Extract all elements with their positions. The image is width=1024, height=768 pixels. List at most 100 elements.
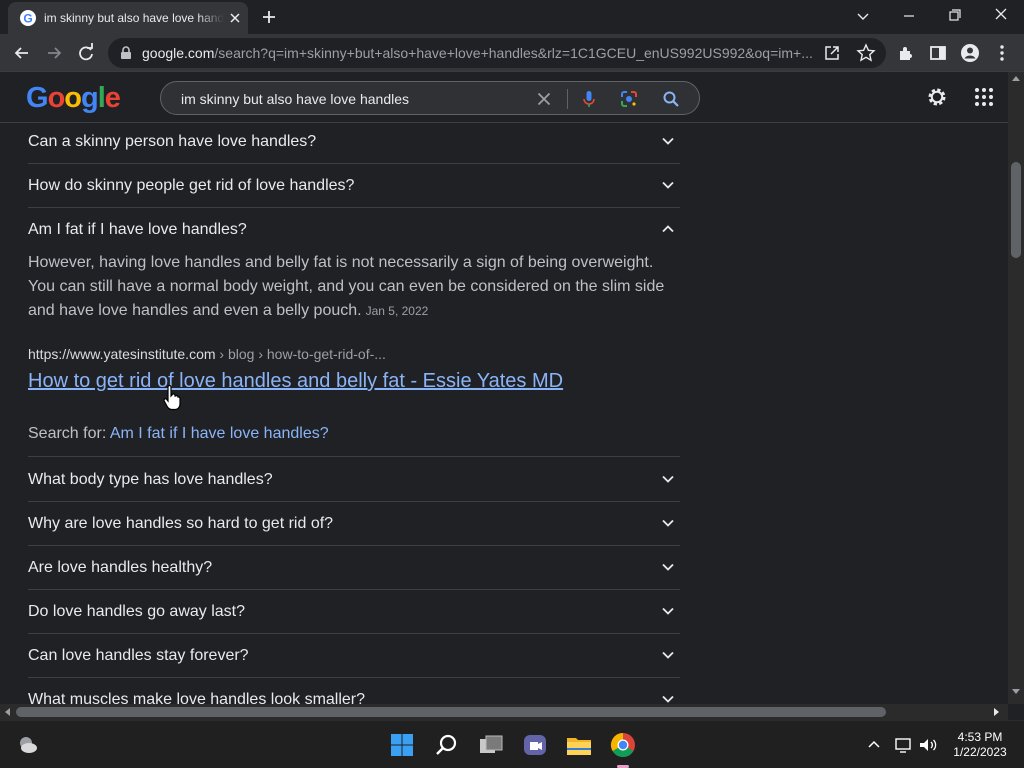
google-favicon-icon: G — [20, 10, 36, 26]
file-explorer-icon[interactable] — [563, 729, 595, 761]
search-box[interactable] — [160, 81, 700, 115]
system-clock[interactable]: 4:53 PM 1/22/2023 — [944, 730, 1016, 760]
tab-title: im skinny but also have love handles - G… — [44, 11, 224, 25]
weather-icon[interactable] — [12, 729, 44, 761]
profile-avatar-icon[interactable] — [956, 39, 984, 67]
chevron-down-icon — [660, 559, 676, 575]
new-tab-button[interactable] — [259, 7, 279, 27]
vertical-scroll-thumb[interactable] — [1011, 162, 1021, 258]
chevron-down-icon — [660, 133, 676, 149]
paa-question[interactable]: Why are love handles so hard to get rid … — [28, 502, 680, 546]
clock-time: 4:53 PM — [957, 730, 1003, 744]
lens-search-icon[interactable] — [619, 89, 639, 109]
extensions-icon[interactable] — [892, 39, 920, 67]
share-icon[interactable] — [822, 44, 842, 62]
search-input[interactable] — [181, 90, 531, 108]
svg-text:G: G — [23, 12, 32, 26]
tab-strip: G im skinny but also have love handles -… — [0, 0, 1024, 34]
start-icon[interactable] — [386, 729, 418, 761]
reload-icon[interactable] — [72, 39, 100, 67]
address-bar[interactable]: google.com/search?q=im+skinny+but+also+h… — [108, 38, 886, 68]
paa-question-text: What body type has love handles? — [28, 471, 273, 488]
scroll-right-arrow-icon[interactable] — [994, 708, 1000, 716]
hand-pointer-cursor-icon — [163, 385, 181, 411]
voice-search-icon[interactable] — [579, 89, 599, 109]
paa-question-text: Why are love handles so hard to get rid … — [28, 515, 334, 532]
paa-question-text: Do love handles go away last? — [28, 603, 246, 620]
answer-date: Jan 5, 2022 — [365, 304, 429, 318]
chevron-down-icon — [660, 515, 676, 531]
clear-search-icon[interactable] — [534, 89, 554, 109]
search-icon[interactable] — [431, 729, 463, 761]
restore-icon[interactable] — [932, 0, 978, 34]
back-arrow-icon[interactable] — [8, 39, 36, 67]
scrollbar-corner — [1008, 704, 1024, 720]
minimize-icon[interactable] — [886, 0, 932, 34]
paa-question[interactable]: Do love handles go away last? — [28, 590, 680, 634]
lock-icon[interactable] — [120, 46, 132, 60]
chevron-up-icon — [660, 221, 676, 237]
search-for-link[interactable]: Am I fat if I have love handles? — [110, 425, 329, 442]
search-submit-icon[interactable] — [661, 89, 681, 109]
paa-question[interactable]: Can love handles stay forever? — [28, 634, 680, 678]
chrome-menu-icon[interactable] — [988, 39, 1016, 67]
show-hidden-icons-chevron-icon[interactable] — [866, 737, 882, 753]
paa-question-expanded[interactable]: Am I fat if I have love handles? — [28, 208, 680, 252]
chrome-icon[interactable] — [607, 729, 639, 768]
chevron-down-icon — [660, 177, 676, 193]
browser-toolbar: google.com/search?q=im+skinny+but+also+h… — [0, 34, 1024, 72]
tab-search-icon[interactable] — [840, 0, 886, 34]
chevron-down-icon — [660, 691, 676, 704]
search-for-line: Search for: Am I fat if I have love hand… — [28, 424, 329, 444]
paa-question[interactable]: Are love handles healthy? — [28, 546, 680, 590]
scroll-up-arrow-icon[interactable] — [1012, 75, 1020, 81]
url-path: /search?q=im+skinny+but+also+have+love+h… — [214, 45, 813, 61]
paa-question-text: Are love handles healthy? — [28, 559, 213, 576]
paa-question-text: Can a skinny person have love handles? — [28, 133, 317, 150]
horizontal-scrollbar[interactable] — [0, 704, 1008, 720]
scroll-down-arrow-icon[interactable] — [1012, 689, 1020, 695]
google-header: Google — [0, 72, 1008, 123]
close-tab-icon[interactable] — [226, 9, 244, 27]
paa-question[interactable]: What muscles make love handles look smal… — [28, 678, 680, 704]
search-box-divider — [567, 89, 568, 109]
paa-question-text: Can love handles stay forever? — [28, 647, 249, 664]
vertical-scrollbar[interactable] — [1008, 72, 1024, 704]
paa-question[interactable]: What body type has love handles? — [28, 458, 680, 502]
browser-tab[interactable]: G im skinny but also have love handles -… — [8, 2, 248, 34]
forward-arrow-icon[interactable] — [40, 39, 68, 67]
cite-path: › blog › how-to-get-rid-of-... — [215, 346, 386, 362]
volume-icon[interactable] — [918, 736, 938, 754]
bookmark-star-icon[interactable] — [856, 43, 876, 63]
answer-text: However, having love handles and belly f… — [28, 254, 665, 319]
search-results-page: Google Can a skinny person have love — [0, 72, 1008, 704]
paa-question-text: Am I fat if I have love handles? — [28, 221, 247, 238]
close-window-icon[interactable] — [978, 0, 1024, 34]
task-view-icon[interactable] — [475, 729, 507, 761]
result-title-link[interactable]: How to get rid of love handles and belly… — [28, 369, 563, 393]
chevron-down-icon — [660, 603, 676, 619]
scroll-left-arrow-icon[interactable] — [4, 708, 10, 716]
side-panel-icon[interactable] — [924, 39, 952, 67]
paa-question-text: What muscles make love handles look smal… — [28, 691, 366, 704]
horizontal-scroll-thumb[interactable] — [16, 707, 886, 717]
teams-chat-icon[interactable] — [519, 729, 551, 761]
result-cite[interactable]: https://www.yatesinstitute.com › blog › … — [28, 345, 386, 363]
paa-question-text: How do skinny people get rid of love han… — [28, 177, 355, 194]
chevron-down-icon — [660, 471, 676, 487]
cite-host: https://www.yatesinstitute.com — [28, 346, 216, 362]
divider — [28, 456, 680, 457]
google-doodle-logo[interactable]: Google — [26, 82, 122, 114]
network-icon[interactable] — [894, 736, 914, 754]
paa-answer-snippet: However, having love handles and belly f… — [28, 251, 682, 323]
settings-gear-icon[interactable] — [925, 85, 949, 109]
paa-question[interactable]: How do skinny people get rid of love han… — [28, 164, 680, 208]
paa-question[interactable]: Can a skinny person have love handles? — [28, 120, 680, 164]
google-apps-icon[interactable] — [972, 85, 996, 109]
url-text[interactable]: google.com/search?q=im+skinny+but+also+h… — [142, 45, 822, 61]
url-host: google.com — [142, 45, 215, 61]
search-for-label: Search for: — [28, 425, 110, 442]
chevron-down-icon — [660, 647, 676, 663]
clock-date: 1/22/2023 — [953, 745, 1007, 759]
windows-taskbar: 4:53 PM 1/22/2023 — [0, 720, 1024, 768]
